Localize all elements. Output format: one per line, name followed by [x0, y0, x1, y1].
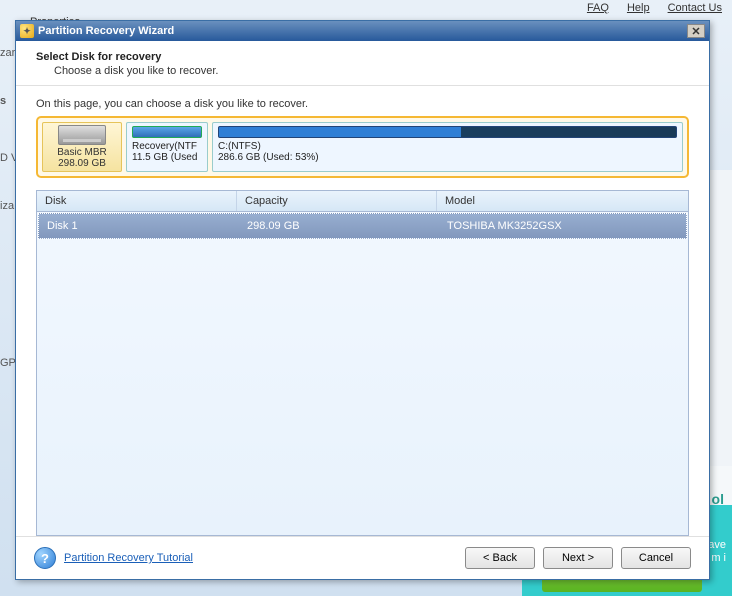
next-button[interactable]: Next > — [543, 547, 613, 569]
col-capacity[interactable]: Capacity — [237, 191, 437, 211]
table-row[interactable]: Disk 1 298.09 GB TOSHIBA MK3252GSX — [38, 213, 687, 239]
bg-link-help[interactable]: Help — [627, 2, 650, 14]
bg-link-contact[interactable]: Contact Us — [668, 2, 722, 14]
partition-recovery[interactable]: Recovery(NTF 11.5 GB (Used — [126, 122, 208, 172]
close-button[interactable]: ✕ — [687, 24, 705, 38]
partition-usage-bar — [132, 126, 202, 138]
window-title: Partition Recovery Wizard — [38, 25, 174, 37]
partition-name: Recovery(NTF — [132, 141, 202, 152]
tutorial-link[interactable]: Partition Recovery Tutorial — [64, 552, 193, 564]
bg-txt: ol — [712, 491, 724, 507]
disk-table: Disk Capacity Model Disk 1 298.09 GB TOS… — [36, 190, 689, 536]
bg-txt: m i — [711, 552, 726, 564]
titlebar: ✦ Partition Recovery Wizard ✕ — [16, 21, 709, 41]
app-icon: ✦ — [20, 24, 34, 38]
disk-block[interactable]: Basic MBR 298.09 GB — [42, 122, 122, 172]
bg-top-links: FAQ Help Contact Us — [587, 2, 722, 14]
partition-usage: 286.6 GB (Used: 53%) — [218, 152, 677, 163]
back-button[interactable]: < Back — [465, 547, 535, 569]
partition-usage: 11.5 GB (Used — [132, 152, 202, 163]
cell-disk: Disk 1 — [39, 214, 239, 238]
table-header: Disk Capacity Model — [37, 191, 688, 212]
page-subtitle: Choose a disk you like to recover. — [54, 65, 689, 77]
disk-map: Basic MBR 298.09 GB Recovery(NTF 11.5 GB… — [36, 116, 689, 178]
col-disk[interactable]: Disk — [37, 191, 237, 211]
dialog-content: Select Disk for recovery Choose a disk y… — [16, 41, 709, 579]
partition-c[interactable]: C:(NTFS) 286.6 GB (Used: 53%) — [212, 122, 683, 172]
instruction-text: On this page, you can choose a disk you … — [36, 98, 689, 110]
partition-recovery-wizard-dialog: ✦ Partition Recovery Wizard ✕ Select Dis… — [15, 20, 710, 580]
disk-size: 298.09 GB — [58, 158, 106, 169]
bg-txt: ave — [708, 539, 726, 551]
cell-capacity: 298.09 GB — [239, 214, 439, 238]
page-title: Select Disk for recovery — [36, 51, 689, 63]
dialog-footer: ? Partition Recovery Tutorial < Back Nex… — [16, 536, 709, 579]
disk-name: Basic MBR — [57, 147, 106, 158]
disk-icon — [58, 125, 106, 145]
header-section: Select Disk for recovery Choose a disk y… — [16, 41, 709, 86]
partition-usage-bar — [218, 126, 677, 138]
body-section: On this page, you can choose a disk you … — [16, 86, 709, 536]
col-model[interactable]: Model — [437, 191, 688, 211]
help-icon[interactable]: ? — [34, 547, 56, 569]
partition-name: C:(NTFS) — [218, 141, 677, 152]
cell-model: TOSHIBA MK3252GSX — [439, 214, 686, 238]
bg-link-faq[interactable]: FAQ — [587, 2, 609, 14]
cancel-button[interactable]: Cancel — [621, 547, 691, 569]
